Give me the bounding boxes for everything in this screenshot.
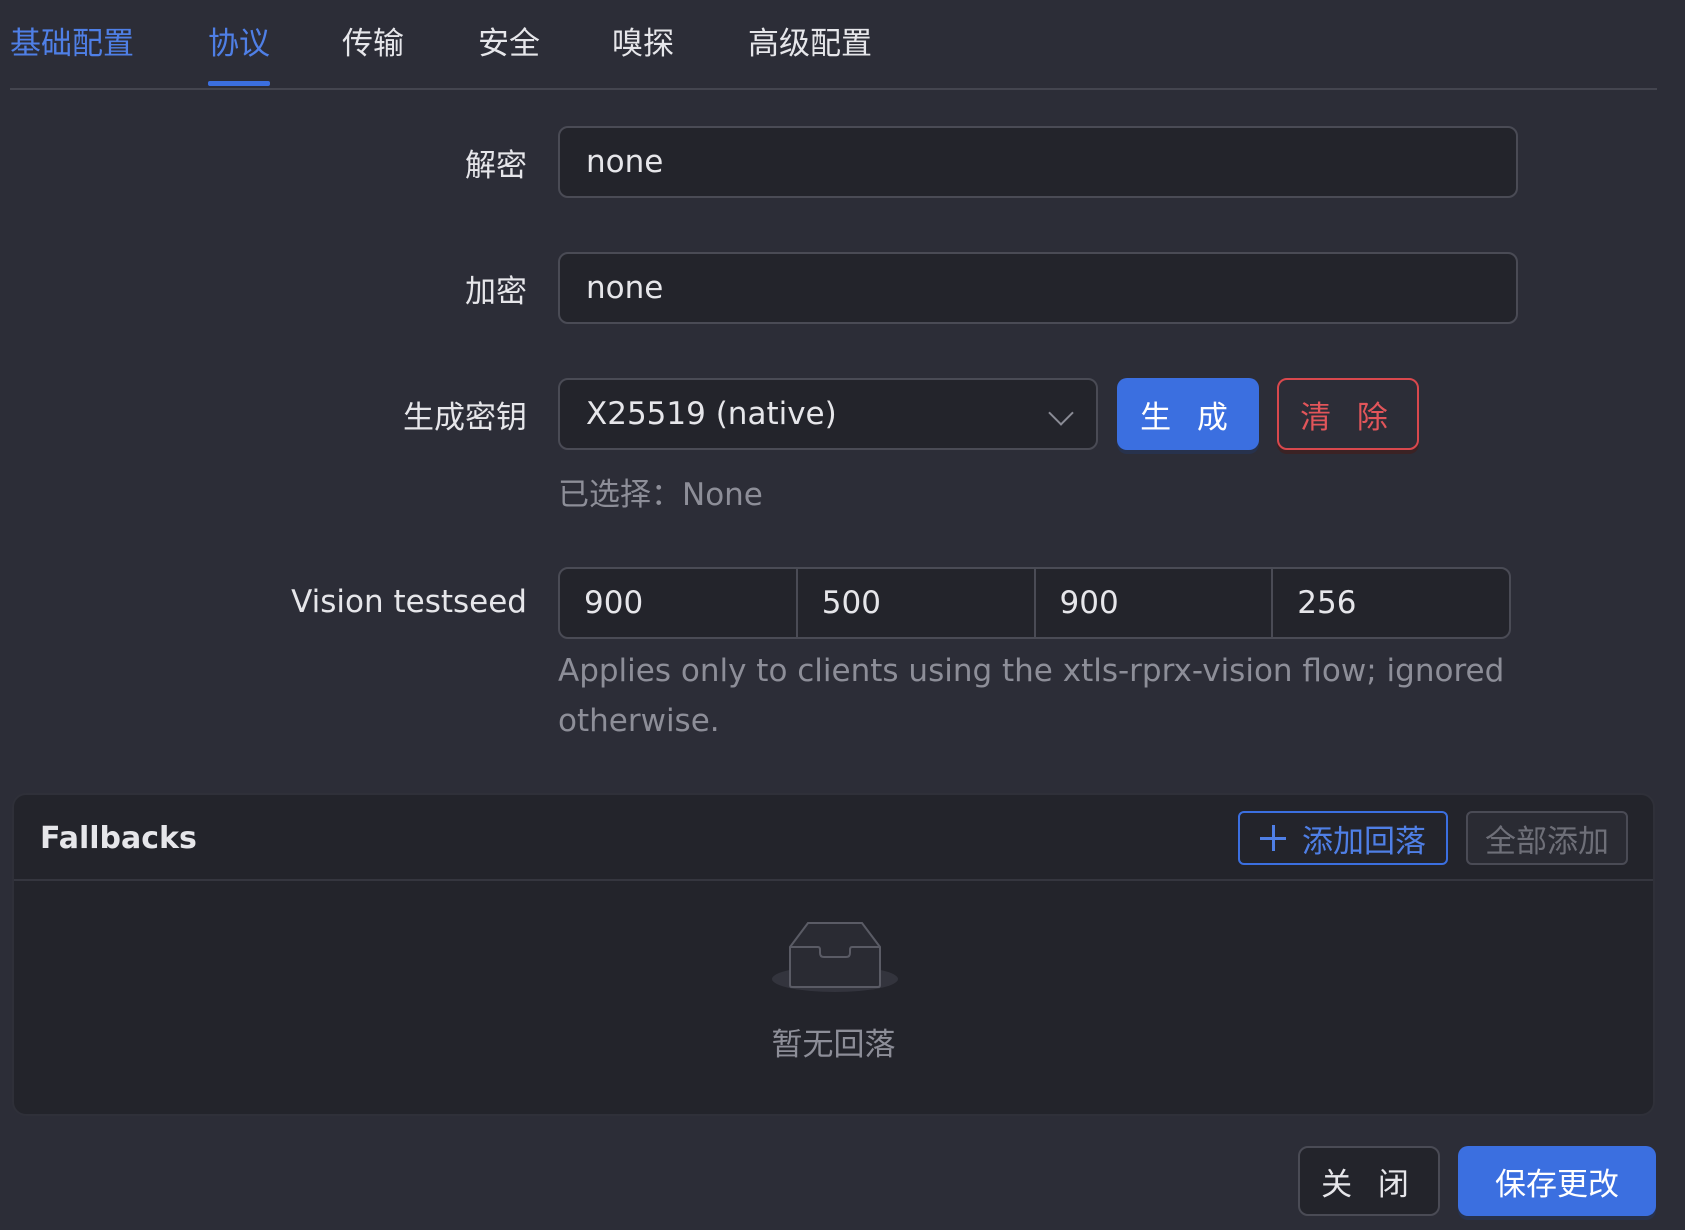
- encryption-label: 加密: [465, 274, 527, 310]
- tab-protocol[interactable]: 协议: [208, 18, 270, 88]
- testseed-input-2[interactable]: 500: [798, 569, 1036, 637]
- tab-bar: 基础配置 协议 传输 安全 嗅探 高级配置: [10, 0, 1657, 90]
- encryption-input[interactable]: none: [558, 252, 1518, 324]
- plus-icon: [1260, 825, 1286, 851]
- testseed-input-1[interactable]: 900: [560, 569, 798, 637]
- close-button[interactable]: 关 闭: [1298, 1146, 1440, 1216]
- tab-basic-config[interactable]: 基础配置: [10, 18, 134, 88]
- tab-sniffing[interactable]: 嗅探: [612, 18, 674, 88]
- generate-button[interactable]: 生 成: [1117, 378, 1259, 450]
- keygen-selected-value: X25519 (native): [586, 396, 837, 432]
- fallbacks-card: Fallbacks 添加回落 全部添加 暂无回落: [12, 793, 1655, 1116]
- clear-button[interactable]: 清 除: [1277, 378, 1419, 450]
- vision-help-line-1: Applies only to clients using the xtls-r…: [558, 653, 1505, 689]
- keygen-selected-hint: 已选择：None: [558, 477, 763, 513]
- add-all-button[interactable]: 全部添加: [1466, 811, 1628, 865]
- save-changes-button[interactable]: 保存更改: [1458, 1146, 1656, 1216]
- vision-help-line-2: otherwise.: [558, 703, 720, 739]
- testseed-input-3[interactable]: 900: [1036, 569, 1274, 637]
- tab-security[interactable]: 安全: [478, 18, 540, 88]
- fallbacks-title: Fallbacks: [40, 821, 197, 856]
- chevron-down-icon: [1048, 400, 1074, 426]
- empty-inbox-icon: [772, 922, 898, 992]
- testseed-input-4[interactable]: 256: [1273, 569, 1509, 637]
- vision-testseed-inputs: 900 500 900 256: [558, 567, 1511, 639]
- tab-transport[interactable]: 传输: [342, 18, 404, 88]
- vision-testseed-label: Vision testseed: [291, 584, 527, 620]
- decryption-input[interactable]: none: [558, 126, 1518, 198]
- add-fallback-button[interactable]: 添加回落: [1238, 811, 1448, 865]
- add-fallback-label: 添加回落: [1302, 823, 1426, 860]
- tab-advanced-config[interactable]: 高级配置: [748, 18, 872, 88]
- empty-fallbacks-text: 暂无回落: [771, 1027, 896, 1063]
- keygen-label: 生成密钥: [403, 400, 527, 436]
- vision-help-text: Applies only to clients using the xtls-r…: [558, 646, 1504, 746]
- fallbacks-header: Fallbacks 添加回落 全部添加: [14, 795, 1653, 881]
- decryption-label: 解密: [465, 148, 527, 184]
- keygen-select[interactable]: X25519 (native): [558, 378, 1098, 450]
